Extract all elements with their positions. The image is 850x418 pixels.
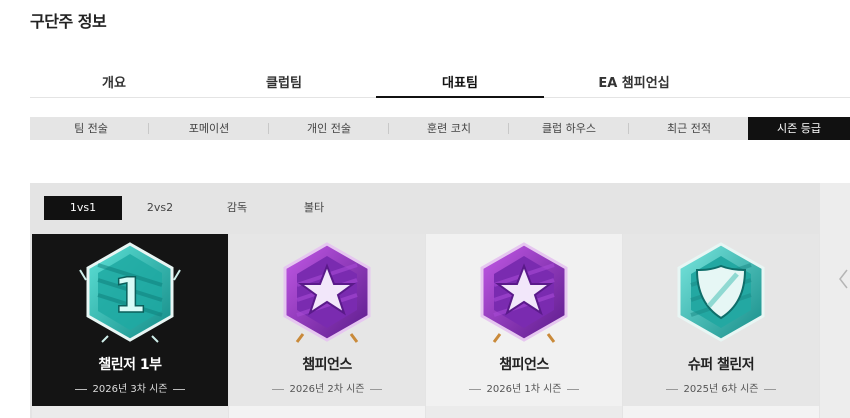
divider xyxy=(74,388,87,390)
super-challenger-shield-icon xyxy=(677,242,765,342)
divider xyxy=(370,388,383,390)
tab-national-team[interactable]: 대표팀 xyxy=(376,70,544,98)
tab-ea-championship[interactable]: EA 챔피언십 xyxy=(550,70,718,98)
season-label: 2026년 3차 시즌 xyxy=(92,384,168,395)
rank-card[interactable]: 슈퍼 챌린저 2025년 6차 시즌 xyxy=(623,234,819,406)
sub-tabs: 팀 전술 포메이션 개인 전술 훈련 코치 클럽 하우스 최근 전적 시즌 등급 xyxy=(30,117,850,140)
mode-tab-1vs1[interactable]: 1vs1 xyxy=(44,196,122,220)
page-title: 구단주 정보 xyxy=(30,12,107,31)
subtab-individual-tactics[interactable]: 개인 전술 xyxy=(280,117,378,140)
rank-season: 2025년 6차 시즌 xyxy=(623,380,819,395)
mode-tab-volta[interactable]: 볼타 xyxy=(278,196,350,220)
divider xyxy=(268,123,269,134)
rank-season: 2026년 2차 시즌 xyxy=(229,380,425,395)
rank-card[interactable]: 챔피언스 2026년 1차 시즌 xyxy=(426,234,622,406)
rank-name: 챌린저 1부 xyxy=(98,357,162,373)
champions-star-icon xyxy=(480,242,568,343)
divider xyxy=(665,388,678,390)
divider xyxy=(173,388,186,390)
divider xyxy=(271,388,284,390)
divider xyxy=(567,388,580,390)
mode-tab-manager[interactable]: 감독 xyxy=(200,196,274,220)
season-label: 2026년 1차 시즌 xyxy=(486,384,562,395)
card-row-peek xyxy=(32,406,228,418)
divider xyxy=(628,123,629,134)
season-label: 2025년 6차 시즌 xyxy=(683,384,759,395)
next-card-peek xyxy=(820,183,850,418)
rank-name: 챔피언스 xyxy=(302,357,352,373)
rank-season: 2026년 1차 시즌 xyxy=(426,380,622,395)
subtab-recent-record[interactable]: 최근 전적 xyxy=(640,117,738,140)
rank-name: 슈퍼 챌린저 xyxy=(687,357,755,373)
chevron-left-icon[interactable] xyxy=(838,268,848,290)
svg-text:1: 1 xyxy=(113,268,146,324)
subtab-formation[interactable]: 포메이션 xyxy=(160,117,258,140)
season-label: 2026년 2차 시즌 xyxy=(289,384,365,395)
subtab-training-coach[interactable]: 훈련 코치 xyxy=(400,117,498,140)
divider xyxy=(764,388,777,390)
main-tabs: 개요 클럽팀 대표팀 EA 챔피언십 xyxy=(30,70,850,98)
subtab-team-tactics[interactable]: 팀 전술 xyxy=(42,117,140,140)
tab-overview[interactable]: 개요 xyxy=(30,70,198,98)
rank-card[interactable]: 1 챌린저 1부 2026년 3차 시즌 xyxy=(32,234,228,406)
tab-club-team[interactable]: 클럽팀 xyxy=(200,70,368,98)
card-row-peek xyxy=(623,406,819,418)
subtab-season-rank[interactable]: 시즌 등급 xyxy=(748,117,850,140)
rank-name: 챔피언스 xyxy=(499,357,549,373)
card-row-peek xyxy=(426,406,622,418)
rank-season: 2026년 3차 시즌 xyxy=(32,380,228,395)
mode-tab-2vs2[interactable]: 2vs2 xyxy=(124,196,196,220)
divider xyxy=(388,123,389,134)
subtab-club-house[interactable]: 클럽 하우스 xyxy=(520,117,618,140)
card-row-peek xyxy=(229,406,425,418)
divider xyxy=(148,123,149,134)
champions-star-icon xyxy=(283,242,371,343)
divider xyxy=(508,123,509,134)
divider xyxy=(468,388,481,390)
challenger-1-icon: 1 xyxy=(79,242,181,343)
rank-card[interactable]: 챔피언스 2026년 2차 시즌 xyxy=(229,234,425,406)
